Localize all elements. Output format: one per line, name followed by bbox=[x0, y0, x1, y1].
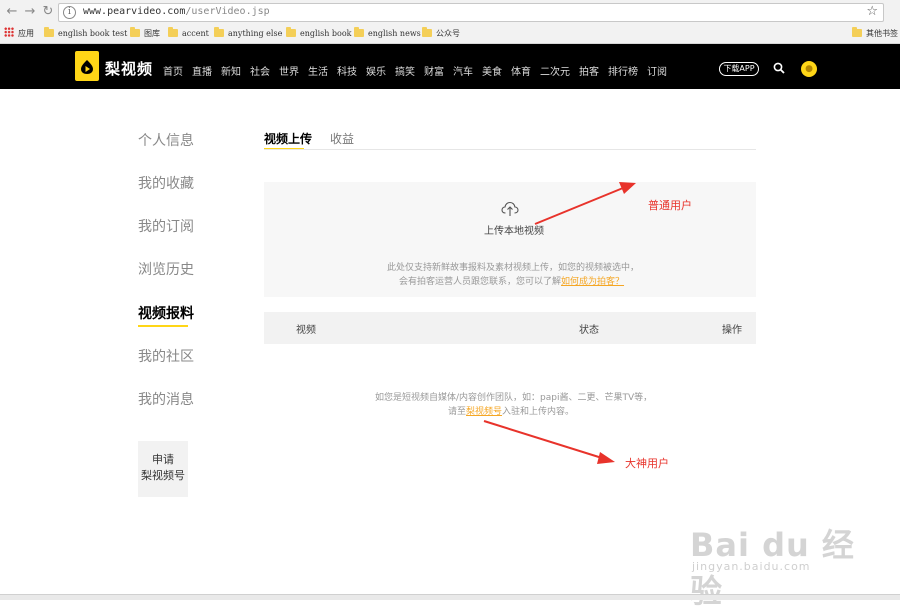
annotation-normal-user: 普通用户 bbox=[648, 199, 692, 212]
arrow-master-user bbox=[483, 420, 615, 464]
baidu-jingyan-watermark: Bai du 经验 jingyan.baidu.com bbox=[690, 520, 860, 610]
horizontal-scrollbar[interactable] bbox=[0, 594, 900, 600]
annotation-master-user: 大神用户 bbox=[625, 457, 669, 470]
arrow-normal-user bbox=[534, 182, 636, 225]
watermark-url: jingyan.baidu.com bbox=[692, 560, 811, 573]
annotation-arrows bbox=[483, 182, 636, 464]
